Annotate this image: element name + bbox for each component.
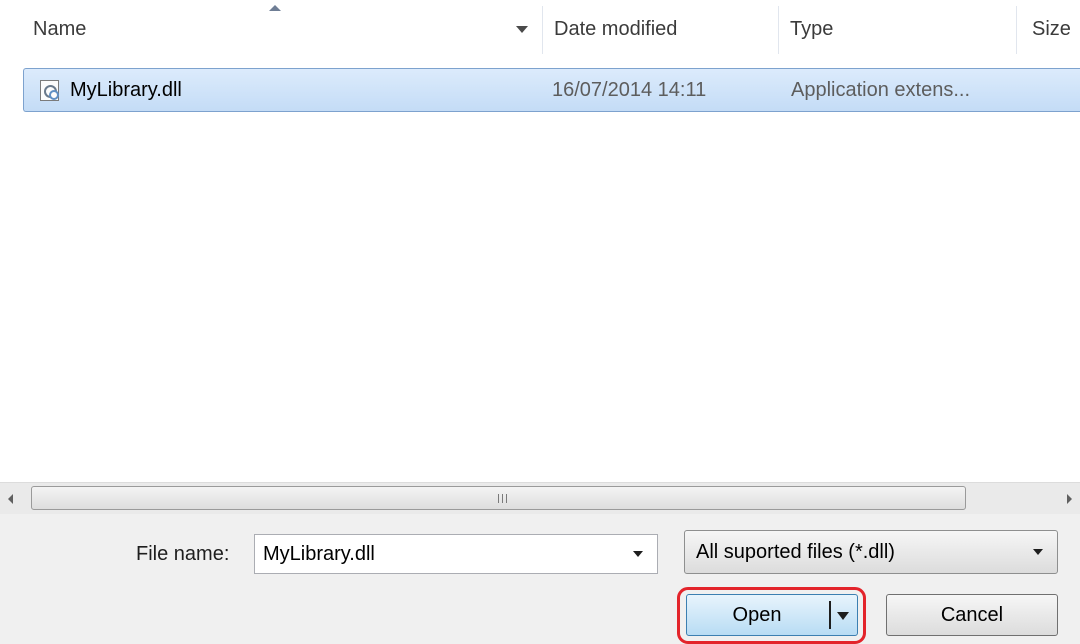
chevron-down-icon (1033, 549, 1043, 555)
open-button[interactable]: Open (686, 594, 858, 636)
column-header: Name Date modified Type Size (0, 0, 1080, 58)
column-date-label: Date modified (554, 17, 678, 40)
column-size-header[interactable]: Size (1016, 0, 1080, 58)
split-divider (829, 601, 831, 629)
scroll-grip-icon (498, 494, 507, 503)
column-date-header[interactable]: Date modified (542, 0, 778, 58)
file-name-field[interactable]: MyLibrary.dll (254, 534, 658, 574)
cancel-button[interactable]: Cancel (886, 594, 1058, 636)
dll-file-icon (40, 80, 59, 101)
scroll-left-arrow-icon[interactable] (0, 483, 26, 514)
column-filter-dropdown-icon[interactable] (516, 26, 528, 33)
column-name-header[interactable]: Name (0, 0, 542, 58)
dialog-footer: File name: MyLibrary.dll All suported fi… (0, 514, 1080, 644)
file-name-cell: MyLibrary.dll (70, 78, 182, 101)
cancel-button-label: Cancel (940, 603, 1004, 626)
file-list[interactable]: MyLibrary.dll 16/07/2014 14:11 Applicati… (0, 58, 1080, 482)
scroll-right-arrow-icon[interactable] (1054, 483, 1080, 514)
scrollbar-thumb[interactable] (31, 486, 966, 510)
open-options-dropdown-icon[interactable] (837, 612, 849, 620)
file-type-filter-value: All suported files (*.dll) (696, 540, 895, 563)
file-row[interactable]: MyLibrary.dll 16/07/2014 14:11 Applicati… (23, 68, 1080, 112)
column-type-label: Type (790, 17, 834, 40)
file-date-cell: 16/07/2014 14:11 (552, 78, 707, 101)
column-name-label: Name (33, 17, 87, 40)
file-name-value: MyLibrary.dll (263, 542, 375, 565)
horizontal-scrollbar[interactable] (0, 482, 1080, 514)
column-type-header[interactable]: Type (778, 0, 1016, 58)
column-size-label: Size (1032, 17, 1071, 40)
file-name-label: File name: (136, 542, 230, 565)
open-button-label: Open (732, 603, 782, 626)
file-type-cell: Application extens... (791, 78, 970, 101)
file-name-dropdown-icon[interactable] (633, 551, 643, 557)
file-type-filter-select[interactable]: All suported files (*.dll) (684, 530, 1058, 574)
